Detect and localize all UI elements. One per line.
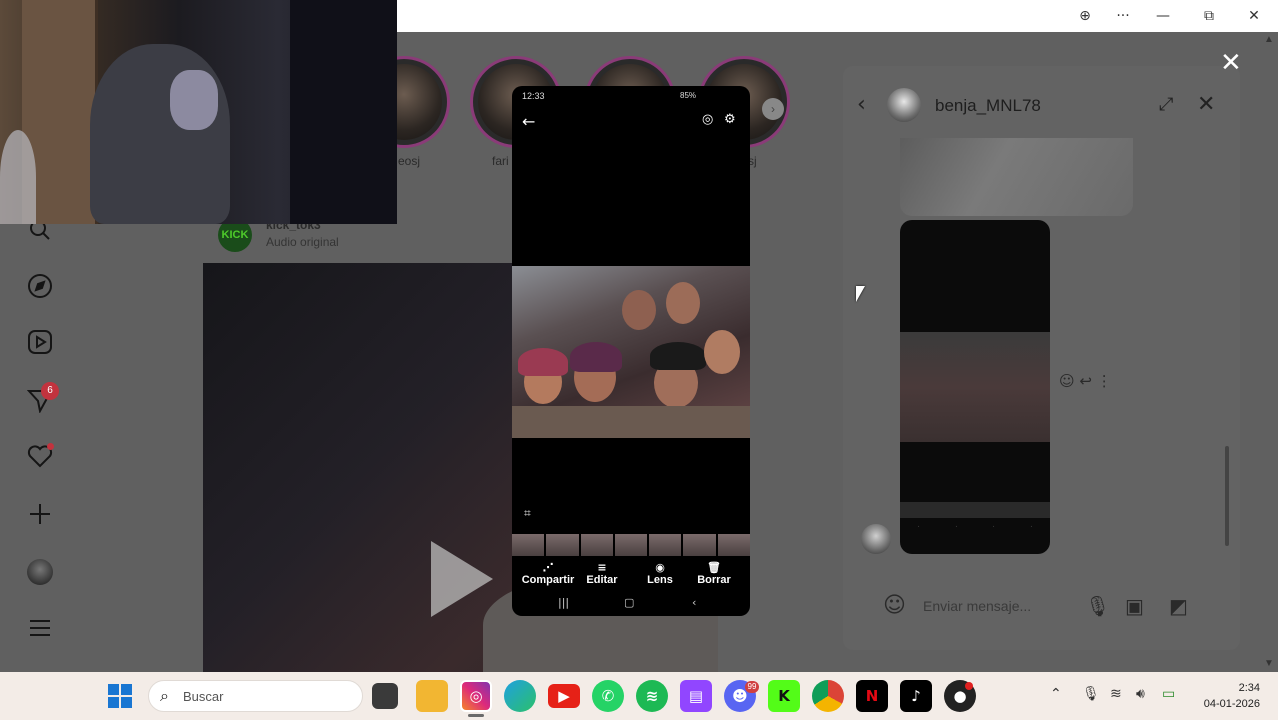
minimize-button[interactable]: — <box>1152 6 1174 26</box>
scroll-up-icon[interactable]: ▲ <box>1264 34 1274 45</box>
more-options-button[interactable]: ··· <box>1112 6 1134 26</box>
recents-icon[interactable]: ||| <box>558 596 569 609</box>
file-explorer-icon[interactable] <box>416 680 448 712</box>
netflix-icon[interactable]: N <box>856 680 888 712</box>
restore-button[interactable]: ⧉ <box>1198 6 1220 26</box>
edit-button[interactable]: ≡ Editar <box>580 561 624 587</box>
trash-icon: 🗑︎ <box>707 561 721 574</box>
phone-screenshot-overlay: 12:33 85% ← ◎ ⚙ ⌗ ⋰ Compartir ≡ Editar ◉ Le… <box>512 86 750 616</box>
youtube-icon[interactable]: ▶ <box>548 684 580 708</box>
back-arrow-icon[interactable]: ‹ <box>857 92 866 117</box>
kick-icon[interactable]: K <box>768 680 800 712</box>
home-icon[interactable]: ▢ <box>624 596 634 609</box>
phone-settings-icon[interactable]: ⚙ <box>724 112 736 127</box>
story-label: fari <box>492 154 509 168</box>
share-icon: ⋰ <box>542 561 554 574</box>
menu-icon[interactable] <box>24 612 56 644</box>
phone-nav-bar: ||| ▢ ‹ <box>512 596 750 612</box>
chevron-right-icon[interactable]: › <box>762 98 784 120</box>
emoji-icon[interactable]: ☺ <box>883 593 906 618</box>
sender-avatar <box>861 524 891 554</box>
mouse-cursor <box>856 286 865 302</box>
chat-username[interactable]: benja_MNL78 <box>935 96 1041 116</box>
message-actions: ☺ ↩ ⋮ <box>1059 372 1112 390</box>
whatsapp-icon[interactable]: ✆ <box>592 680 624 712</box>
task-view-icon[interactable] <box>372 683 398 709</box>
chat-panel: ‹ benja_MNL78 ⤢ ✕ ···· ☺ ↩ ⋮ ☺ 🎙︎ ▣ ◩ <box>843 66 1240 650</box>
reels-icon[interactable] <box>24 326 56 358</box>
group-photo[interactable] <box>512 266 750 438</box>
instagram-icon[interactable]: ◎ <box>460 680 492 712</box>
zoom-icon[interactable]: ⊕ <box>1074 6 1096 26</box>
chat-close-icon[interactable]: ✕ <box>1197 92 1215 117</box>
clock-date: 04-01-2026 <box>1203 698 1260 710</box>
thumbnail-strip[interactable] <box>512 534 750 556</box>
more-icon[interactable]: ⋮ <box>1097 372 1112 390</box>
microphone-tray-icon[interactable]: 🎙︎ <box>1082 686 1100 702</box>
notification-dot <box>47 443 54 450</box>
play-icon[interactable] <box>431 541 493 617</box>
scan-icon[interactable]: ⌗ <box>524 506 531 521</box>
window-close-button[interactable]: ✕ <box>1243 6 1265 26</box>
delete-button[interactable]: 🗑︎ Borrar <box>692 561 736 587</box>
twitch-icon[interactable]: ▤ <box>680 680 712 712</box>
emoji-react-icon[interactable]: ☺ <box>1059 372 1075 390</box>
microphone-icon[interactable]: 🎙︎ <box>1085 594 1110 618</box>
post-audio-label[interactable]: Audio original <box>266 235 339 249</box>
profile-avatar[interactable] <box>24 556 56 588</box>
wifi-icon[interactable]: ≋ <box>1110 686 1122 702</box>
share-button[interactable]: ⋰ Compartir <box>520 561 576 587</box>
chat-user-avatar[interactable] <box>887 88 921 122</box>
nav-back-icon[interactable]: ‹ <box>692 596 696 609</box>
chrome-icon[interactable] <box>812 680 844 712</box>
recording-dot <box>965 682 973 690</box>
modal-close-icon[interactable]: ✕ <box>1220 48 1242 78</box>
phone-clock: 12:33 <box>522 91 545 101</box>
phone-back-icon[interactable]: ← <box>522 112 535 131</box>
scroll-down-icon[interactable]: ▼ <box>1264 658 1274 669</box>
lens-icon: ◉ <box>655 561 665 574</box>
create-icon[interactable] <box>24 498 56 530</box>
phone-action-bar: ⋰ Compartir ≡ Editar ◉ Lens 🗑︎ Borrar <box>512 562 750 592</box>
volume-icon[interactable]: 🔊︎ <box>1136 686 1145 702</box>
windows-start-icon[interactable] <box>108 684 132 708</box>
sticker-icon[interactable]: ◩ <box>1169 594 1188 618</box>
phone-battery: 85% <box>680 91 697 100</box>
tiktok-icon[interactable]: ♪ <box>900 680 932 712</box>
active-app-indicator <box>468 714 484 717</box>
tray-overflow-icon[interactable]: ⌃ <box>1050 686 1062 702</box>
discord-badge: 99 <box>745 681 759 693</box>
expand-icon[interactable]: ⤢ <box>1159 94 1173 115</box>
chat-header: ‹ benja_MNL78 ⤢ ✕ <box>843 66 1240 136</box>
search-icon: ⌕ <box>160 686 169 705</box>
spotify-icon[interactable]: ≋ <box>636 680 668 712</box>
message-input[interactable] <box>923 596 1063 616</box>
taskbar-clock[interactable]: 2:34 04-01-2026 <box>1194 680 1260 712</box>
battery-icon[interactable]: ▭ <box>1162 686 1175 702</box>
lens-button[interactable]: ◉ Lens <box>640 561 680 587</box>
edit-icon: ≡ <box>597 561 607 574</box>
taskbar: ⌕ Buscar ◎ ▶ ✆ ≋ ▤ ☻ 99 K N ♪ ● ⌃ 🎙︎ ≋ 🔊… <box>0 672 1278 720</box>
edge-icon[interactable] <box>504 680 536 712</box>
webcam-overlay <box>0 0 397 224</box>
message-screenshot[interactable]: · · · · <box>900 220 1050 554</box>
story-label: eosj <box>398 154 421 168</box>
messages-badge: 6 <box>41 382 59 400</box>
clock-time: 2:34 <box>1238 682 1260 694</box>
compass-icon[interactable] <box>24 270 56 302</box>
image-icon[interactable]: ▣ <box>1125 594 1144 618</box>
chat-scrollbar[interactable] <box>1225 446 1229 546</box>
taskbar-search-label: Buscar <box>183 689 224 704</box>
taskbar-search[interactable] <box>148 680 363 712</box>
message-image[interactable] <box>900 138 1133 216</box>
phone-hide-icon[interactable]: ◎ <box>702 112 713 127</box>
reply-icon[interactable]: ↩ <box>1079 372 1092 390</box>
